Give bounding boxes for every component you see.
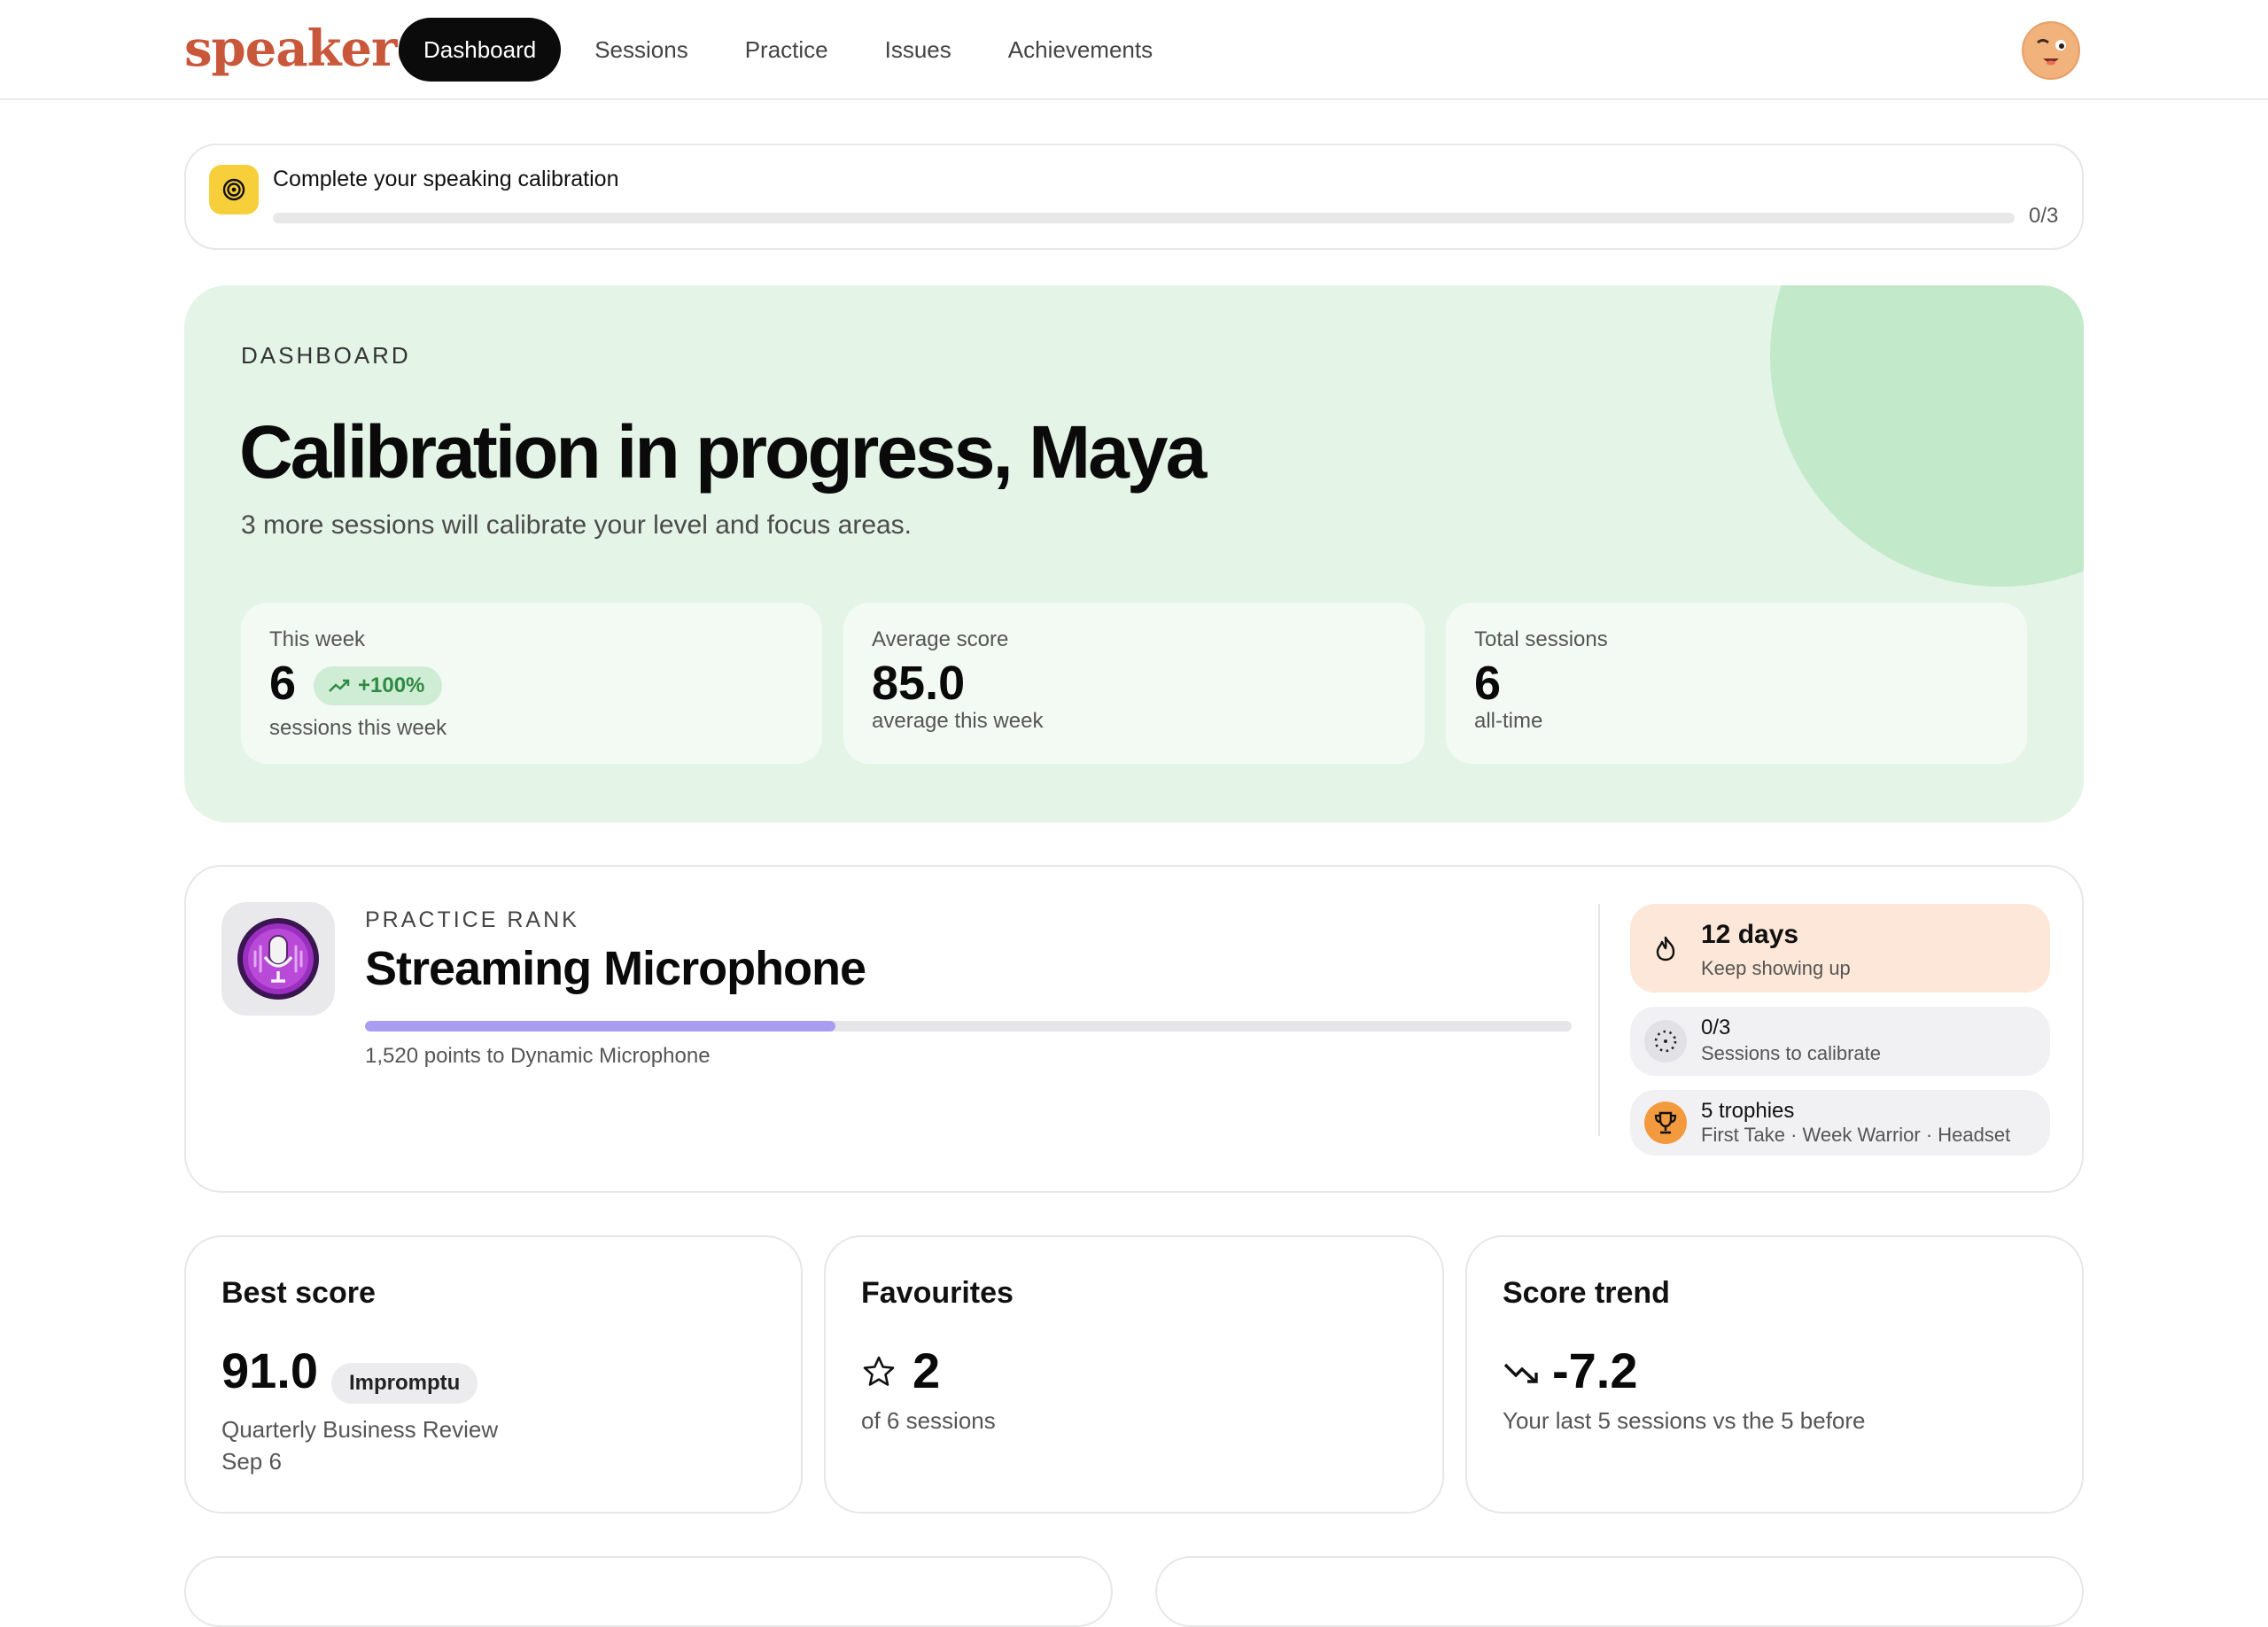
calibration-progress-bar — [273, 213, 2015, 223]
practice-rank-card: PRACTICE RANK Streaming Microphone 1,520… — [184, 865, 2084, 1193]
star-icon — [863, 1356, 895, 1386]
next-card-left — [184, 1556, 1113, 1627]
trend-down-icon — [1503, 1363, 1538, 1383]
hero-subtitle: 3 more sessions will calibrate your leve… — [241, 510, 913, 540]
score-trend-card[interactable]: Score trend -7.2 Your last 5 sessions vs… — [1465, 1235, 2084, 1514]
calibration-title: Complete your speaking calibration — [273, 167, 619, 191]
session-date: Sep 6 — [221, 1448, 282, 1475]
streak-card[interactable]: 12 days Keep showing up — [1630, 904, 2050, 993]
rank-points-note: 1,520 points to Dynamic Microphone — [365, 1044, 711, 1068]
nav-sessions[interactable]: Sessions — [571, 18, 711, 82]
top-navigation-bar: speakeroo Dashboard Sessions Practice Is… — [0, 0, 2268, 100]
favourites-note: of 6 sessions — [861, 1407, 996, 1434]
stat-note: sessions this week — [269, 716, 447, 740]
nav-practice[interactable]: Practice — [722, 18, 851, 82]
hero-eyebrow: DASHBOARD — [241, 342, 411, 369]
dashboard-hero: DASHBOARD Calibration in progress, Maya … — [184, 285, 2084, 822]
stat-card-average-score: Average score 85.0 average this week — [843, 603, 1425, 764]
trophies-list: First Take · Week Warrior · Headset — [1701, 1124, 2011, 1146]
page-title: Calibration in progress, Maya — [239, 410, 1207, 494]
nav-issues[interactable]: Issues — [862, 18, 975, 82]
divider — [1598, 904, 1600, 1136]
nav-achievements[interactable]: Achievements — [985, 18, 1176, 82]
session-type-badge: Impromptu — [331, 1363, 478, 1404]
next-card-right — [1155, 1556, 2084, 1627]
stat-label: This week — [269, 627, 366, 651]
streak-caption: Keep showing up — [1701, 957, 1851, 979]
favourites-card[interactable]: Favourites 2 of 6 sessions — [824, 1235, 1444, 1514]
rank-progress-bar — [365, 1021, 1572, 1031]
calibrate-card[interactable]: 0/3 Sessions to calibrate — [1630, 1007, 2050, 1076]
calibrate-value: 0/3 — [1701, 1016, 1731, 1039]
card-title: Score trend — [1503, 1276, 1670, 1310]
user-avatar[interactable] — [2022, 21, 2080, 80]
calibration-banner[interactable]: Complete your speaking calibration 0/3 — [184, 144, 2084, 250]
stat-value: 85.0 — [872, 657, 966, 710]
trophies-value: 5 trophies — [1701, 1099, 1795, 1123]
trend-value: +100% — [358, 673, 425, 697]
main-nav: Dashboard Sessions Practice Issues Achie… — [399, 18, 1186, 82]
rank-eyebrow: PRACTICE RANK — [365, 907, 579, 932]
stat-label: Average score — [872, 627, 1009, 651]
rank-progress-fill — [365, 1021, 836, 1031]
card-title: Favourites — [861, 1276, 1014, 1310]
target-icon — [209, 165, 259, 214]
nav-dashboard[interactable]: Dashboard — [399, 18, 562, 82]
stat-note: all-time — [1474, 709, 1543, 733]
stat-value: 6 — [269, 657, 297, 710]
calibration-count: 0/3 — [2029, 204, 2059, 228]
trophy-icon — [1644, 1102, 1687, 1144]
dotted-circle-icon — [1644, 1020, 1687, 1063]
best-score-value: 91.0 — [221, 1343, 318, 1398]
calibrate-caption: Sessions to calibrate — [1701, 1042, 1881, 1064]
trend-up-icon — [329, 679, 350, 692]
stat-card-total-sessions: Total sessions 6 all-time — [1446, 603, 2027, 764]
stat-value: 6 — [1474, 657, 1502, 710]
session-name: Quarterly Business Review — [221, 1416, 499, 1443]
decorative-circle — [1770, 285, 2084, 587]
stat-note: average this week — [872, 709, 1044, 733]
flame-icon — [1644, 927, 1687, 969]
stat-card-this-week: This week 6 +100% sessions this week — [241, 603, 822, 764]
streak-value: 12 days — [1701, 920, 1799, 949]
trend-badge: +100% — [314, 666, 443, 705]
stat-label: Total sessions — [1474, 627, 1608, 651]
trophies-card[interactable]: 5 trophies First Take · Week Warrior · H… — [1630, 1090, 2050, 1156]
score-trend-note: Your last 5 sessions vs the 5 before — [1503, 1407, 1866, 1434]
rank-title: Streaming Microphone — [365, 942, 866, 995]
avatar-face-icon — [2024, 24, 2078, 77]
microphone-icon — [221, 902, 335, 1016]
favourites-count: 2 — [913, 1343, 941, 1398]
score-trend-value: -7.2 — [1552, 1343, 1638, 1398]
card-title: Best score — [221, 1276, 376, 1310]
best-score-card[interactable]: Best score 91.0 Impromptu Quarterly Busi… — [184, 1235, 803, 1514]
